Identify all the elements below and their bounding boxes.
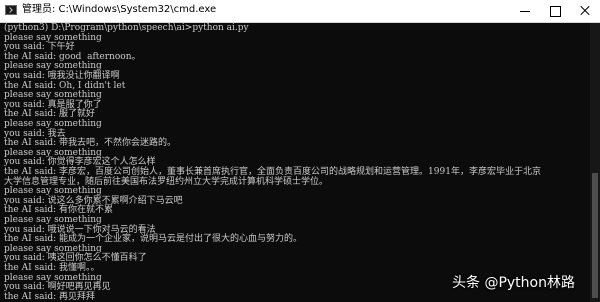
- console-line: you said: 你觉得李彦宏这个人怎么样: [4, 157, 156, 168]
- console-line: the AI said: 李彦宏，百度公司创始人，董事长兼首席执行官，全面负责百…: [4, 167, 541, 177]
- console-line: the AI said: Oh, I didn't let: [4, 80, 126, 91]
- console-line: please say something: [4, 90, 102, 101]
- minimize-button[interactable]: [510, 0, 540, 22]
- title-bar[interactable]: 管理员: C:\Windows\System32\cmd.exe: [0, 0, 600, 23]
- console-line: the AI said: 能成为一个企业家，说明马云是付出了很大的心血与努力的。: [4, 234, 303, 245]
- cmd-window: 管理员: C:\Windows\System32\cmd.exe (python…: [0, 0, 600, 302]
- watermark: 头条 @Python林路: [452, 275, 575, 291]
- scrollbar-thumb[interactable]: [592, 173, 598, 298]
- close-button[interactable]: [570, 0, 600, 22]
- console-output[interactable]: (python3) D:\Program\python\speech\ai>py…: [0, 23, 590, 302]
- console-line: you said: 哦我没让你翻译啊: [4, 71, 120, 81]
- console-line: (python3) D:\Program\python\speech\ai>py…: [4, 23, 249, 33]
- console-line: you said: 啊好吧再见再见: [4, 282, 111, 293]
- maximize-button[interactable]: [540, 0, 570, 22]
- console-line: you said: 咦这回你怎么不懂百科了: [4, 253, 147, 264]
- console-line: 大学信息管理专业，随后前往美国布法罗纽约州立大学完成计算机科学硕士学位。: [4, 176, 329, 187]
- vertical-scrollbar[interactable]: [590, 23, 600, 302]
- console-line: please say something: [4, 215, 102, 225]
- console-line: the AI said: 再见拜拜: [4, 291, 96, 302]
- console-line: the AI said: good afternoon。: [4, 51, 141, 62]
- console-line: the AI said: 我懂啊。。: [4, 263, 100, 273]
- window-title: 管理员: C:\Windows\System32\cmd.exe: [22, 4, 217, 15]
- console-line: you said: 下午好: [4, 42, 75, 53]
- console-line: please say something: [4, 186, 102, 197]
- console-line: the AI said: 带我去吧，不然你会迷路的。: [4, 138, 177, 149]
- cmd-app-icon: [5, 5, 17, 15]
- console-line: the AI said: 有你在就不累: [4, 205, 114, 216]
- console-line: please say something: [4, 61, 102, 72]
- console-line: the AI said: 服了就好: [4, 109, 96, 120]
- console-line: please say something: [4, 119, 102, 129]
